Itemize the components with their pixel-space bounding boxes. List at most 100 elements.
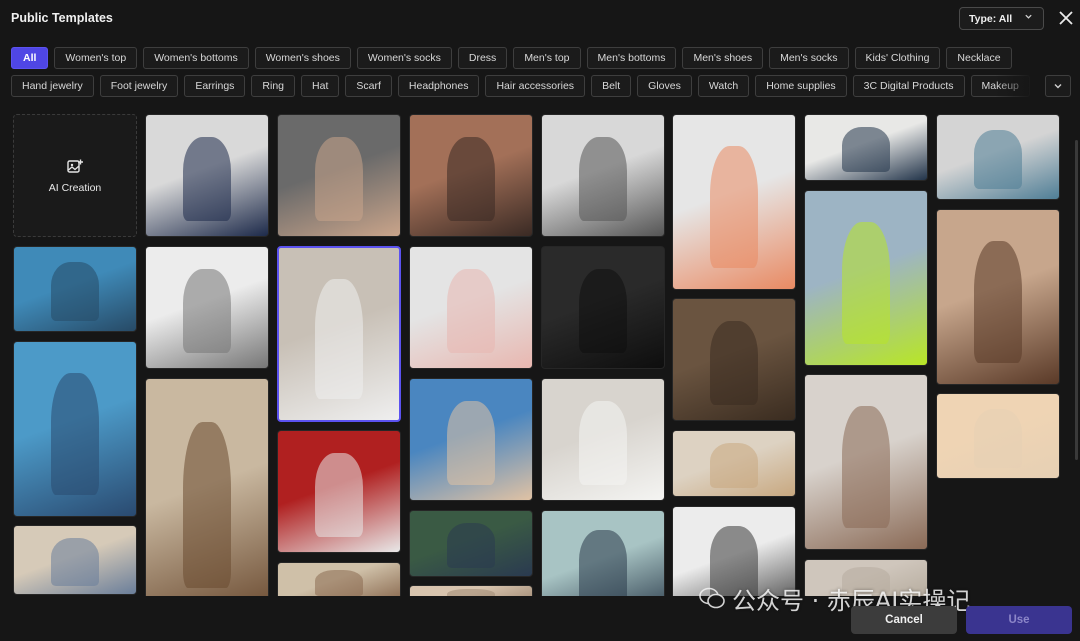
template-racing-helmet[interactable] — [277, 430, 401, 553]
category-chip-women-s-socks[interactable]: Women's socks — [356, 47, 452, 69]
category-chip-men-s-shoes[interactable]: Men's shoes — [682, 47, 764, 69]
template-thumbnail-subject — [182, 136, 232, 222]
category-chip-women-s-shoes[interactable]: Women's shoes — [254, 47, 351, 69]
template-man-earbud-profile[interactable] — [277, 114, 401, 237]
template-neutral-bottom-2[interactable] — [409, 585, 533, 596]
template-thumbnail-subject — [446, 400, 496, 486]
template-woman-denim-sneakers[interactable] — [13, 341, 137, 517]
template-striped-socks[interactable] — [936, 114, 1060, 200]
template-thumbnail-subject — [841, 222, 891, 345]
category-chip-women-s-top[interactable]: Women's top — [54, 47, 138, 69]
template-thumbnail-subject — [182, 421, 232, 589]
category-chip-foot-jewelry[interactable]: Foot jewelry — [99, 75, 179, 97]
category-chip-hair-accessories[interactable]: Hair accessories — [485, 75, 586, 97]
category-chip-women-s-bottoms[interactable]: Women's bottoms — [143, 47, 249, 69]
template-man-teal-sweater[interactable] — [541, 510, 665, 596]
use-button[interactable]: Use — [966, 606, 1072, 634]
template-woman-lip-gloss[interactable] — [409, 114, 533, 237]
template-thumbnail-subject — [709, 146, 759, 269]
template-man-holding-can[interactable] — [936, 393, 1060, 479]
template-thumbnail-subject — [50, 373, 100, 496]
type-filter-select[interactable]: Type: All — [959, 7, 1044, 30]
category-chip-3c-digital-products[interactable]: 3C Digital Products — [852, 75, 965, 97]
template-man-gray-shirt[interactable] — [145, 246, 269, 369]
template-man-swim-trunks[interactable] — [804, 190, 928, 366]
chip-row-fade — [995, 75, 1043, 97]
category-row-2: Hand jewelry Foot jewelry Earrings Ring Hat S… — [11, 75, 1041, 99]
dialog-title: Public Templates — [11, 11, 113, 25]
template-thumbnail-subject — [973, 241, 1023, 364]
template-thumbnail-subject — [578, 268, 628, 354]
template-hand-serum[interactable] — [409, 510, 533, 577]
category-chip-men-s-socks[interactable]: Men's socks — [769, 47, 849, 69]
template-thumbnail-subject — [446, 136, 496, 222]
template-thumbnail-subject — [182, 268, 232, 354]
template-woman-ring-portrait[interactable] — [804, 374, 928, 550]
category-chip-all[interactable]: All — [11, 47, 49, 69]
template-thumbnail-subject — [578, 400, 628, 486]
category-chip-hat[interactable]: Hat — [301, 75, 340, 97]
template-thumbnail-subject — [50, 262, 100, 321]
category-chip-necklace[interactable]: Necklace — [946, 47, 1012, 69]
template-car-infotainment[interactable] — [541, 246, 665, 369]
template-portable-air-conditioner[interactable] — [277, 246, 401, 422]
category-chip-watch[interactable]: Watch — [697, 75, 750, 97]
template-woman-suitcases[interactable] — [541, 114, 665, 237]
close-icon[interactable] — [1056, 8, 1076, 28]
template-thumbnail-subject — [446, 589, 496, 596]
category-chip-gloves[interactable]: Gloves — [637, 75, 692, 97]
template-woman-floral-romper[interactable] — [672, 114, 796, 290]
category-chip-earrings[interactable]: Earrings — [184, 75, 246, 97]
template-thumbnail-subject — [841, 126, 891, 173]
template-thumbnail-subject — [841, 406, 891, 529]
template-man-navy-sweater-beret[interactable] — [145, 114, 269, 237]
template-man-portrait-bottom[interactable] — [277, 562, 401, 596]
template-woman-kitchen-phone[interactable] — [541, 378, 665, 501]
template-thumbnail-subject — [973, 409, 1023, 468]
template-thumbnail-subject — [578, 136, 628, 222]
template-thumbnail-subject — [314, 452, 364, 538]
ai-creation-label: AI Creation — [48, 181, 102, 194]
category-chip-scarf[interactable]: Scarf — [345, 75, 392, 97]
dialog-header: Public Templates Type: All — [0, 0, 1080, 38]
category-chip-men-s-top[interactable]: Men's top — [513, 47, 581, 69]
grid-scrollbar[interactable] — [1075, 140, 1078, 460]
template-foot-anklet[interactable] — [409, 378, 533, 501]
template-thumbnail-subject — [973, 130, 1023, 189]
template-navy-armchair[interactable] — [804, 114, 928, 181]
expand-categories-button[interactable] — [1045, 75, 1071, 97]
type-filter-label: Type: All — [969, 12, 1013, 25]
ai-creation-tile[interactable]: AI Creation — [13, 114, 137, 237]
wechat-icon — [699, 587, 725, 609]
template-child-smiling[interactable] — [672, 430, 796, 497]
category-chip-kids-clothing[interactable]: Kids' Clothing — [854, 47, 941, 69]
chevron-down-icon — [1024, 12, 1033, 24]
template-thumbnail-subject — [446, 522, 496, 569]
category-chip-men-s-bottoms[interactable]: Men's bottoms — [586, 47, 677, 69]
category-chip-home-supplies[interactable]: Home supplies — [755, 75, 847, 97]
template-thumbnail-subject — [314, 136, 364, 222]
chevron-down-icon — [1054, 84, 1062, 89]
category-row-1: All Women's top Women's bottoms Women's sho… — [11, 47, 1012, 71]
template-thumbnail-subject — [314, 569, 364, 596]
category-chip-hand-jewelry[interactable]: Hand jewelry — [11, 75, 94, 97]
template-thumbnail-subject — [709, 442, 759, 489]
category-chip-dress[interactable]: Dress — [457, 47, 508, 69]
template-denim-shorts-blue[interactable] — [13, 246, 137, 332]
category-chip-belt[interactable]: Belt — [591, 75, 632, 97]
template-thumbnail-subject — [578, 530, 628, 596]
template-thumbnail-subject — [50, 538, 100, 586]
template-woman-bronze-portrait[interactable] — [936, 209, 1060, 385]
template-grid: AI Creation — [0, 110, 1080, 596]
template-fork-kitchen[interactable] — [145, 378, 269, 596]
template-hiking-boots[interactable] — [672, 298, 796, 421]
template-thumbnail-subject — [315, 278, 363, 400]
image-add-icon — [67, 159, 83, 173]
template-thumbnail-subject — [709, 320, 759, 406]
template-thumbnail-subject — [446, 268, 496, 354]
category-chip-headphones[interactable]: Headphones — [397, 75, 480, 97]
template-jeans-belt[interactable] — [13, 525, 137, 595]
cancel-button[interactable]: Cancel — [851, 606, 957, 634]
category-chip-ring[interactable]: Ring — [251, 75, 296, 97]
template-bathroom-skincare[interactable] — [409, 246, 533, 369]
